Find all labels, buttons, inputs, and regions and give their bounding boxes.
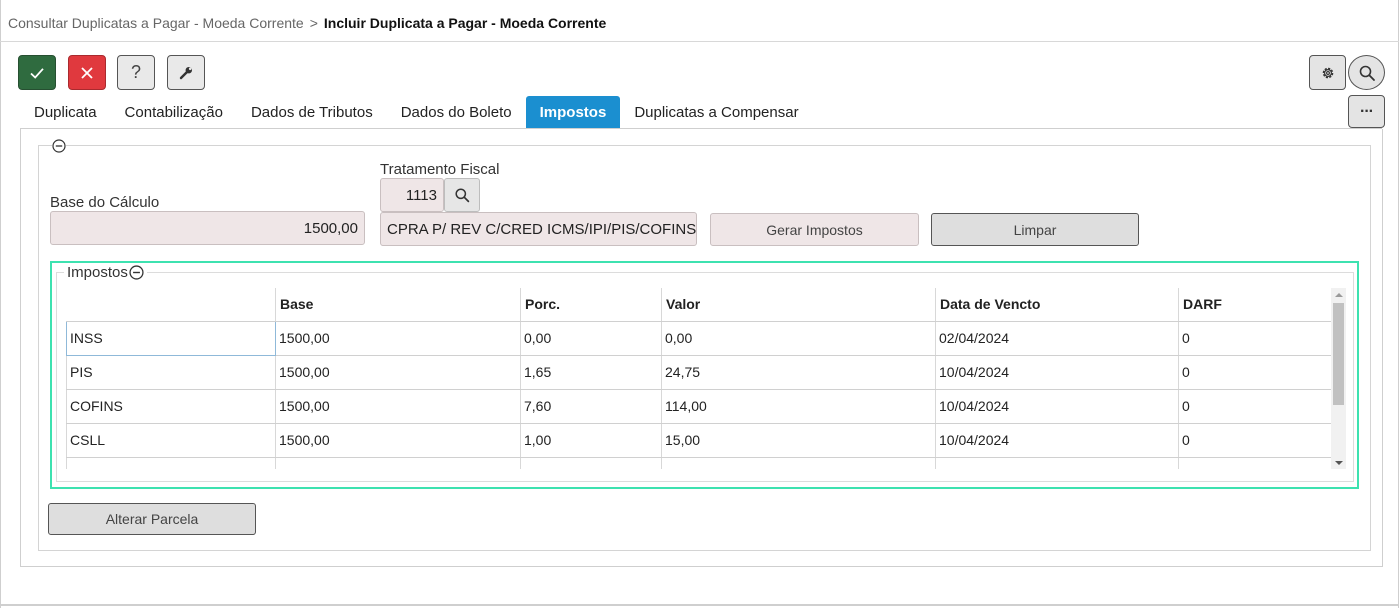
cell-data-vencto[interactable]: 10/04/2024 — [935, 389, 1179, 424]
close-icon — [81, 66, 93, 79]
collapse-form-icon[interactable] — [52, 139, 66, 153]
table-row[interactable]: PIS 1500,00 1,65 24,75 10/04/2024 0 — [66, 355, 1332, 390]
impostos-title: Impostos — [67, 264, 128, 281]
tools-button[interactable] — [167, 55, 205, 90]
cell-porc[interactable]: 7,60 — [520, 389, 662, 424]
tab-dados-tributos[interactable]: Dados de Tributos — [237, 96, 387, 128]
collapse-impostos-icon[interactable] — [129, 265, 144, 280]
column-header-darf[interactable]: DARF — [1178, 288, 1332, 322]
table-header-row: Base Porc. Valor Data de Vencto DARF — [66, 288, 1332, 322]
wrench-icon — [179, 66, 192, 79]
base-calculo-label: Base do Cálculo — [50, 194, 160, 211]
tab-bar: Duplicata Contabilização Dados de Tribut… — [20, 96, 813, 128]
cell-valor[interactable]: 24,75 — [661, 355, 936, 390]
cancel-button[interactable] — [68, 55, 106, 90]
cell-data-vencto[interactable]: 02/04/2024 — [935, 321, 1179, 356]
table-row-partial — [66, 457, 1332, 469]
cell-base[interactable]: 1500,00 — [275, 423, 521, 458]
breadcrumb-separator: > — [309, 15, 318, 31]
table-row[interactable]: CSLL 1500,00 1,00 15,00 10/04/2024 0 — [66, 423, 1332, 458]
cell-base[interactable]: 1500,00 — [275, 355, 521, 390]
column-header-valor[interactable]: Valor — [661, 288, 936, 322]
cell-data-vencto[interactable]: 10/04/2024 — [935, 423, 1179, 458]
cell-data-vencto[interactable]: 10/04/2024 — [935, 355, 1179, 390]
scroll-down-arrow-icon[interactable] — [1331, 456, 1346, 469]
help-icon: ? — [130, 62, 141, 82]
cell-imposto[interactable]: COFINS — [66, 389, 276, 424]
cell-imposto[interactable]: PIS — [66, 355, 276, 390]
breadcrumb-current: Incluir Duplicata a Pagar - Moeda Corren… — [323, 15, 607, 31]
alterar-parcela-button[interactable]: Alterar Parcela — [48, 503, 256, 535]
table-row[interactable]: COFINS 1500,00 7,60 114,00 10/04/2024 0 — [66, 389, 1332, 424]
cell-porc[interactable]: 0,00 — [520, 321, 662, 356]
column-header-base[interactable]: Base — [275, 288, 521, 322]
column-header-porc[interactable]: Porc. — [520, 288, 662, 322]
gerar-impostos-button[interactable]: Gerar Impostos — [710, 213, 919, 246]
column-header — [66, 288, 276, 322]
cell-darf[interactable]: 0 — [1178, 321, 1332, 356]
limpar-button[interactable]: Limpar — [931, 213, 1139, 246]
tratamento-lookup-button[interactable] — [444, 178, 480, 212]
tab-dados-boleto[interactable]: Dados do Boleto — [387, 96, 526, 128]
tratamento-fiscal-label: Tratamento Fiscal — [380, 161, 500, 178]
more-options-button[interactable]: ··· — [1348, 95, 1385, 128]
scroll-up-arrow-icon[interactable] — [1331, 288, 1346, 301]
scrollbar-thumb[interactable] — [1333, 303, 1344, 405]
cell-porc[interactable]: 1,65 — [520, 355, 662, 390]
tab-duplicata[interactable]: Duplicata — [20, 96, 111, 128]
breadcrumb-parent[interactable]: Consultar Duplicatas a Pagar - Moeda Cor… — [8, 15, 304, 31]
table-row[interactable]: INSS 1500,00 0,00 0,00 02/04/2024 0 — [66, 320, 1332, 356]
tratamento-code-field[interactable]: 1113 — [380, 178, 444, 212]
cell-valor[interactable]: 0,00 — [661, 321, 936, 356]
tab-duplicatas-compensar[interactable]: Duplicatas a Compensar — [620, 96, 812, 128]
cell-valor[interactable]: 15,00 — [661, 423, 936, 458]
tab-contabilizacao[interactable]: Contabilização — [111, 96, 237, 128]
search-icon — [1359, 65, 1375, 81]
cell-darf[interactable]: 0 — [1178, 355, 1332, 390]
cell-base[interactable]: 1500,00 — [275, 389, 521, 424]
footer-divider — [0, 604, 1399, 606]
cell-darf[interactable]: 0 — [1178, 423, 1332, 458]
search-icon — [455, 188, 470, 203]
table-scrollbar[interactable] — [1331, 288, 1346, 469]
impostos-table: Base Porc. Valor Data de Vencto DARF INS… — [66, 288, 1332, 469]
breadcrumb: Consultar Duplicatas a Pagar - Moeda Cor… — [8, 15, 606, 31]
check-icon — [30, 67, 44, 79]
header-divider — [0, 41, 1399, 42]
tab-impostos[interactable]: Impostos — [525, 96, 621, 128]
global-search-button[interactable] — [1348, 55, 1385, 90]
column-header-data-vencto[interactable]: Data de Vencto — [935, 288, 1179, 322]
cell-imposto[interactable]: INSS — [66, 320, 276, 356]
cell-porc[interactable]: 1,00 — [520, 423, 662, 458]
tratamento-description-field[interactable]: CPRA P/ REV C/CRED ICMS/IPI/PIS/COFINS -… — [380, 212, 697, 246]
gear-icon — [1322, 67, 1333, 78]
cell-valor[interactable]: 114,00 — [661, 389, 936, 424]
base-calculo-field[interactable]: 1500,00 — [50, 211, 365, 245]
more-icon: ··· — [1360, 102, 1374, 120]
cell-base[interactable]: 1500,00 — [275, 321, 521, 356]
confirm-button[interactable] — [18, 55, 56, 90]
settings-button[interactable] — [1309, 55, 1346, 90]
help-button[interactable]: ? — [117, 55, 155, 90]
impostos-legend: Impostos — [64, 264, 147, 281]
cell-darf[interactable]: 0 — [1178, 389, 1332, 424]
cell-imposto[interactable]: CSLL — [66, 423, 276, 458]
